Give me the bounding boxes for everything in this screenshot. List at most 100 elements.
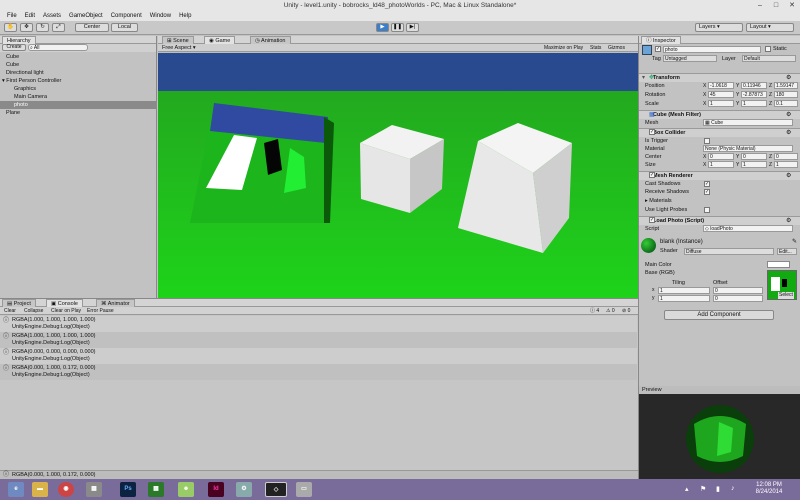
position-z-field[interactable]: 1.59147 xyxy=(774,82,798,89)
collapse-button[interactable]: Collapse xyxy=(24,307,43,315)
expand-arrow-icon[interactable]: ▾ xyxy=(642,74,645,82)
use-light-probes-checkbox[interactable] xyxy=(704,207,710,213)
tiling-y-field[interactable]: 1 xyxy=(658,295,710,302)
rotation-y-field[interactable]: -2.87873 xyxy=(741,91,767,98)
cast-shadows-checkbox[interactable]: ✓ xyxy=(704,181,710,187)
script-field[interactable]: ◇ loadPhoto xyxy=(703,225,793,232)
step-icon[interactable]: ▶| xyxy=(406,23,419,32)
menu-gameobject[interactable]: GameObject xyxy=(65,11,107,21)
indesign-icon[interactable]: Id xyxy=(208,482,224,497)
info-count[interactable]: ⓘ 4 xyxy=(590,307,599,315)
minimize-icon[interactable]: – xyxy=(752,0,768,11)
photoshop-icon[interactable]: Ps xyxy=(120,482,136,497)
texture-select-button[interactable]: Select xyxy=(778,292,794,299)
tab-hierarchy[interactable]: Hierarchy xyxy=(2,36,36,44)
materials-foldout[interactable]: ▸ Materials xyxy=(645,197,672,205)
console-entry[interactable]: ⓘ RGBA(1.000, 1.000, 1.000, 1.000) Unity… xyxy=(0,316,637,332)
move-tool-icon[interactable]: ✥ xyxy=(20,23,33,32)
physic-material-field[interactable]: None (Physic Material) xyxy=(703,145,793,152)
layers-dropdown[interactable]: Layers ▾ xyxy=(695,23,743,32)
is-trigger-checkbox[interactable] xyxy=(704,138,710,144)
menu-window[interactable]: Window xyxy=(146,11,175,21)
tool-icon[interactable]: ⚙ xyxy=(236,482,252,497)
hierarchy-item-directional-light[interactable]: Directional light xyxy=(0,69,157,77)
gear-icon[interactable]: ⚙ xyxy=(786,111,791,119)
android-icon[interactable]: ☻ xyxy=(178,482,194,497)
spreadsheet-icon[interactable]: ▦ xyxy=(148,482,164,497)
gear-icon[interactable]: ⚙ xyxy=(786,217,791,225)
gizmos-button[interactable]: Gizmos xyxy=(608,44,625,52)
clear-on-play-button[interactable]: Clear on Play xyxy=(51,307,81,315)
maximize-icon[interactable]: □ xyxy=(768,0,784,11)
hierarchy-item-graphics[interactable]: Graphics xyxy=(0,85,157,93)
object-name-field[interactable]: photo xyxy=(663,46,761,53)
tiling-x-field[interactable]: 1 xyxy=(658,287,710,294)
tab-console[interactable]: ▣ Console xyxy=(46,299,83,307)
mesh-filter-header[interactable]: Cube (Mesh Filter) xyxy=(639,110,800,119)
size-y-field[interactable]: 1 xyxy=(741,161,767,168)
menu-assets[interactable]: Assets xyxy=(39,11,65,21)
app-icon[interactable]: ▦ xyxy=(86,482,102,497)
hand-tool-icon[interactable]: ✋ xyxy=(4,23,17,32)
active-checkbox[interactable]: ✓ xyxy=(655,46,661,52)
hierarchy-item-plane[interactable]: Plane xyxy=(0,109,157,117)
size-z-field[interactable]: 1 xyxy=(774,161,798,168)
stats-button[interactable]: Stats xyxy=(590,44,601,52)
center-z-field[interactable]: 0 xyxy=(774,153,798,160)
tray-network-icon[interactable]: ▮ xyxy=(716,485,720,493)
static-checkbox[interactable] xyxy=(765,46,771,52)
play-icon[interactable]: ▶ xyxy=(376,23,389,32)
tab-scene[interactable]: ⊞ Scene xyxy=(162,36,194,44)
tab-inspector[interactable]: ⓘ Inspector xyxy=(641,36,681,44)
position-x-field[interactable]: -1.0618 xyxy=(708,82,734,89)
offset-y-field[interactable]: 0 xyxy=(713,295,763,302)
maximize-on-play-button[interactable]: Maximize on Play xyxy=(544,44,583,52)
close-icon[interactable]: ✕ xyxy=(784,0,800,11)
hierarchy-item-main-camera[interactable]: Main Camera xyxy=(0,93,157,101)
aspect-dropdown[interactable]: Free Aspect ▾ xyxy=(162,44,196,52)
chrome-icon[interactable]: ◉ xyxy=(58,482,74,497)
transform-header[interactable]: Transform xyxy=(639,73,800,82)
tag-dropdown[interactable]: Untagged xyxy=(663,55,717,62)
game-viewport[interactable] xyxy=(158,53,638,298)
add-component-button[interactable]: Add Component xyxy=(664,310,774,320)
clear-button[interactable]: Clear xyxy=(4,307,16,315)
scale-tool-icon[interactable]: ⤢ xyxy=(52,23,65,32)
scale-z-field[interactable]: 0.1 xyxy=(774,100,798,107)
box-collider-header[interactable]: Box Collider xyxy=(639,128,800,137)
status-bar[interactable]: ⓘ RGBA(0.000, 1.000, 0.172, 0.000) xyxy=(0,470,638,479)
rotation-z-field[interactable]: 180 xyxy=(774,91,798,98)
tray-volume-icon[interactable]: ♪ xyxy=(731,485,735,492)
unity-icon[interactable]: ◇ xyxy=(265,482,287,497)
window-icon[interactable]: ▭ xyxy=(296,482,312,497)
tab-game[interactable]: ◉ Game xyxy=(204,36,236,44)
tab-project[interactable]: ▤ Project xyxy=(2,299,36,307)
tab-animation[interactable]: ◷ Animation xyxy=(250,36,291,44)
folder-icon[interactable]: ▬ xyxy=(32,482,48,497)
pivot-center-button[interactable]: Center xyxy=(75,23,109,32)
offset-x-field[interactable]: 0 xyxy=(713,287,763,294)
center-y-field[interactable]: 0 xyxy=(741,153,767,160)
eyedropper-icon[interactable]: ✎ xyxy=(792,238,797,246)
pause-icon[interactable]: ❚❚ xyxy=(391,23,404,32)
layout-dropdown[interactable]: Layout ▾ xyxy=(746,23,794,32)
menu-help[interactable]: Help xyxy=(175,11,195,21)
ie-icon[interactable]: e xyxy=(8,482,24,497)
gear-icon[interactable]: ⚙ xyxy=(786,172,791,180)
menu-edit[interactable]: Edit xyxy=(21,11,39,21)
mesh-renderer-enabled-checkbox[interactable]: ✓ xyxy=(649,172,655,178)
mesh-renderer-header[interactable]: Mesh Renderer xyxy=(639,171,800,180)
hierarchy-item-cube-1[interactable]: Cube xyxy=(0,53,157,61)
rotate-tool-icon[interactable]: ↻ xyxy=(36,23,49,32)
tray-up-icon[interactable]: ▴ xyxy=(685,485,689,493)
warning-count[interactable]: ⚠ 0 xyxy=(606,307,615,315)
main-color-swatch[interactable] xyxy=(767,261,790,268)
gear-icon[interactable]: ⚙ xyxy=(786,129,791,137)
tray-flag-icon[interactable]: ⚑ xyxy=(700,485,706,493)
receive-shadows-checkbox[interactable]: ✓ xyxy=(704,189,710,195)
hierarchy-item-first-person-controller[interactable]: ▾ First Person Controller xyxy=(0,77,157,85)
center-x-field[interactable]: 0 xyxy=(708,153,734,160)
tab-animator[interactable]: ⌘ Animator xyxy=(96,299,135,307)
edit-shader-button[interactable]: Edit... xyxy=(777,248,797,255)
scale-y-field[interactable]: 1 xyxy=(741,100,767,107)
